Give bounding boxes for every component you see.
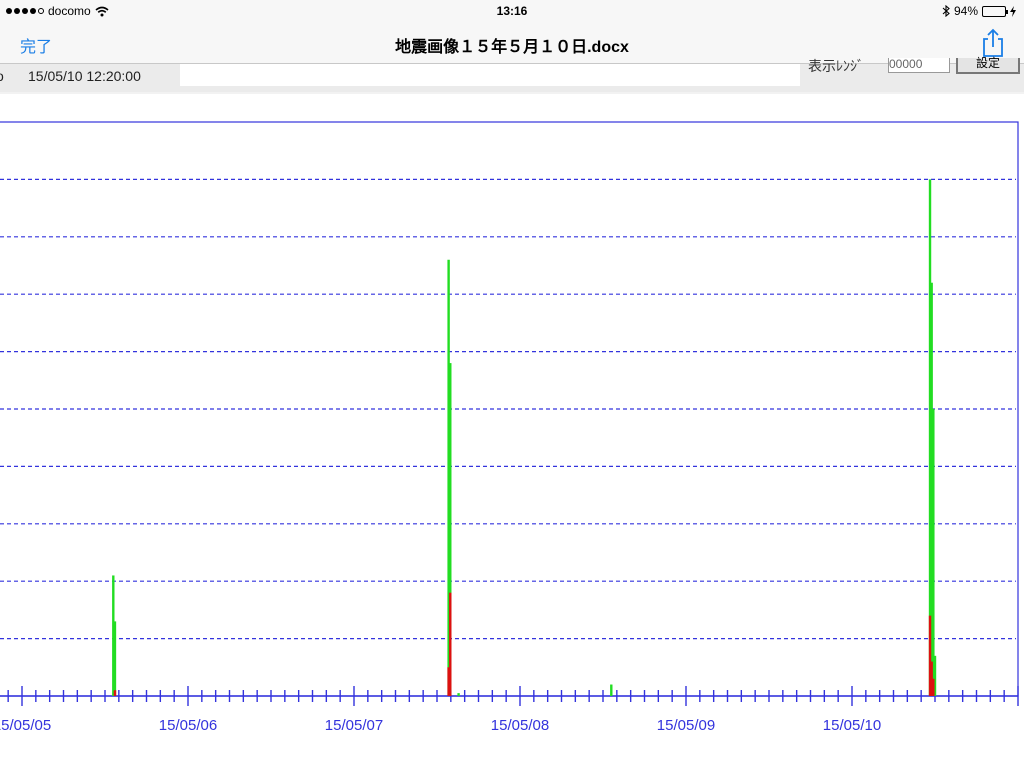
data-spike [113,621,117,696]
info-strip: o 15/05/10 12:20:00 表示ﾚﾝｼﾞ 00000 設定 [0,57,1024,92]
status-right: 94% [942,4,1016,18]
x-tick-label: 15/05/10 [823,717,881,734]
gridlines [0,178,1016,640]
x-tick-label: 15/05/08 [491,717,549,734]
x-tick-labels: 15/05/05 15/05/06 15/05/07 15/05/08 15/05/09… [0,717,881,734]
data-spike [113,690,117,696]
charging-icon [1010,5,1016,17]
series-bars [112,179,937,696]
x-tick-label: 15/05/09 [657,717,715,734]
battery-icon [982,5,1008,17]
document-view[interactable]: o 15/05/10 12:20:00 表示ﾚﾝｼﾞ 00000 設定 15/0… [0,57,1024,768]
share-icon[interactable] [980,28,1006,58]
info-prefix: o [0,68,4,84]
plot-frame [0,121,1019,697]
x-tick-label: 15/05/06 [159,717,217,734]
chart-paper: 15/05/05 15/05/06 15/05/07 15/05/08 15/05/09… [0,94,1024,768]
set-button: 設定 [956,57,1020,74]
bluetooth-icon [942,5,950,17]
seismic-chart: 15/05/05 15/05/06 15/05/07 15/05/08 15/05/09… [0,121,1019,734]
info-text-field [180,64,800,86]
timestamp-label: 15/05/10 12:20:00 [28,68,141,84]
status-bar: docomo 13:16 94% [0,0,1024,22]
x-axis [0,686,1019,706]
x-tick-label: 15/05/05 [0,717,51,734]
clock: 13:16 [496,4,528,18]
range-label: 表示ﾚﾝｼﾞ [808,58,864,74]
navigation-bar: 完了 地震画像１５年５月１０日.docx [0,22,1024,64]
data-spike [457,693,460,696]
data-spike [932,678,935,696]
data-spike [447,667,450,696]
data-spike [932,409,935,696]
document-title: 地震画像１５年５月１０日.docx [395,39,629,56]
range-field: 00000 [888,58,950,73]
x-tick-label: 15/05/07 [325,717,383,734]
battery-percent: 94% [953,4,978,18]
data-spike [610,684,613,696]
